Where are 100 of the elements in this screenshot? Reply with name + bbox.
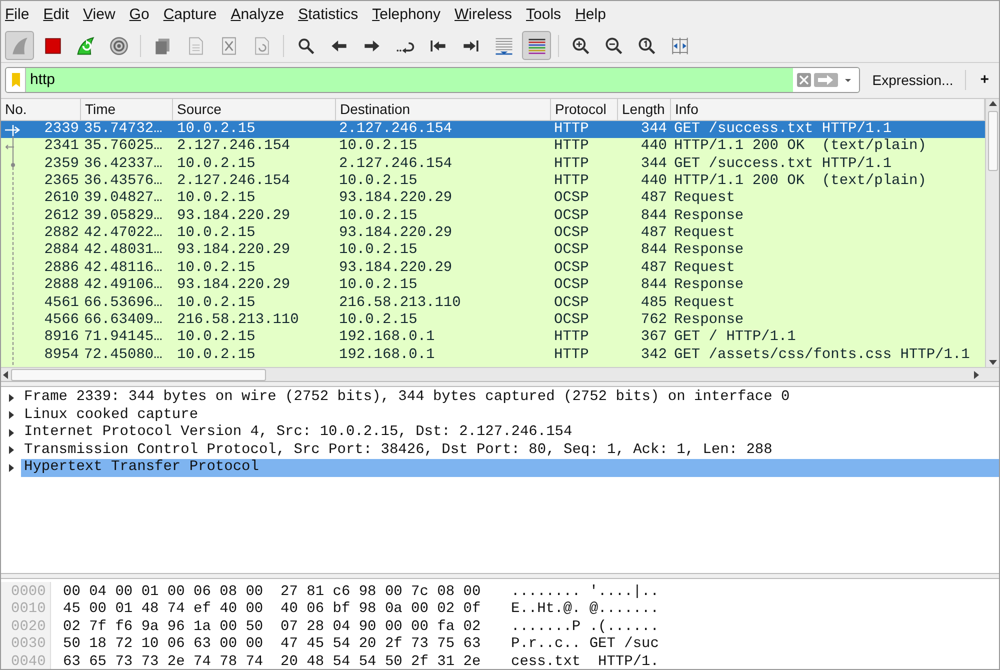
table-cell-text: 35.76025… <box>83 138 164 156</box>
table-cell-text: 39.04827… <box>83 190 164 208</box>
vertical-scrollbar[interactable] <box>985 98 999 367</box>
table-cell-text: 72.45080… <box>83 346 164 364</box>
table-cell-text: HTTP/1.1 200 OK (text/plain) <box>673 172 928 190</box>
packet-row[interactable]: 2882 42.47022… 10.0.2.15 93.184.220.29 OCSP 487 Request <box>1 225 985 242</box>
packet-row[interactable]: 2888 42.49106… 93.184.220.29 10.0.2.15 OCSP 844 Response <box>1 277 985 295</box>
table-cell-text: 2359 <box>43 156 80 173</box>
packet-row[interactable]: 2884 42.48031… 93.184.220.29 10.0.2.15 OCSP 844 Response <box>1 242 985 260</box>
table-cell-text: OCSP <box>553 208 590 226</box>
table-cell-text: Request <box>673 294 736 312</box>
table-cell-text: Response <box>673 208 745 226</box>
menu-item[interactable]: Go <box>129 4 150 27</box>
table-cell-text: Response <box>673 312 745 330</box>
table-cell-text: 2341 <box>43 138 80 156</box>
tree-item[interactable]: Internet Protocol Version 4, Src: 10.0.2.15, Dst: 2.127.246.154 <box>21 424 999 442</box>
expression-button[interactable]: Expression... <box>868 67 958 94</box>
packet-row[interactable]: 2610 39.04827… 10.0.2.15 93.184.220.29 OCSP 487 Request <box>1 190 985 208</box>
table-cell-text: 42.47022… <box>83 225 164 242</box>
hex-offset: 0020 <box>11 618 47 634</box>
menu-item[interactable]: Edit <box>43 4 70 27</box>
table-cell-text: 2.127.246.154 <box>338 156 454 173</box>
table-cell-text: Request <box>673 190 736 208</box>
packet-row[interactable]: 2612 39.05829… 93.184.220.29 10.0.2.15 OCSP 844 Response <box>1 208 985 226</box>
ascii-text: cess.txt HTTP/1. <box>511 652 660 670</box>
table-cell-text: 36.42337… <box>83 156 164 173</box>
menu-item[interactable]: Help <box>575 4 606 27</box>
column-header[interactable]: Protocol <box>551 98 618 120</box>
table-cell-text: 10.0.2.15 <box>176 346 256 364</box>
menu-item[interactable]: View <box>83 4 116 27</box>
packet-row[interactable]: 2886 42.48116… 10.0.2.15 93.184.220.29 OCSP 487 Request <box>1 260 985 278</box>
column-header[interactable]: Length <box>618 98 671 120</box>
table-cell-text: 2.127.246.154 <box>176 138 292 156</box>
hex-offset: 0040 <box>11 652 47 670</box>
hex-bytes: 50 18 72 10 06 63 00 00 47 45 54 20 2f 73 75 63 <box>63 635 482 652</box>
tree-item[interactable]: Linux cooked capture <box>21 406 999 424</box>
scrollbar-thumb[interactable] <box>988 110 998 171</box>
packet-row[interactable]: 2339 35.74732… 10.0.2.15 2.127.246.154 HTTP 344 GET /success.txt HTTP/1.1 <box>1 120 985 138</box>
ascii-text: .......P .(...... <box>511 618 660 634</box>
table-cell-text: 10.0.2.15 <box>176 156 256 173</box>
menu-item[interactable]: Tools <box>526 4 562 27</box>
tree-item[interactable]: Hypertext Transfer Protocol <box>21 459 999 476</box>
horizontal-scrollbar[interactable] <box>1 367 999 381</box>
table-cell-text: 66.63409… <box>83 312 164 330</box>
packet-row[interactable]: 2359 36.42337… 10.0.2.15 2.127.246.154 HTTP 344 GET /success.txt HTTP/1.1 <box>1 156 985 173</box>
column-header[interactable]: Source <box>173 98 336 120</box>
packet-row[interactable]: 4566 66.63409… 216.58.213.110 10.0.2.15 OCSP 762 Response <box>1 312 985 330</box>
scroll-right-icon[interactable] <box>971 370 981 380</box>
display-filter-field[interactable]: http <box>5 67 860 94</box>
menu-item[interactable]: Analyze <box>230 4 284 27</box>
table-cell-text: 93.184.220.29 <box>338 260 454 278</box>
scrollbar-thumb[interactable] <box>11 368 266 380</box>
table-cell-text: 2882 <box>43 225 80 242</box>
table-cell-text: HTTP <box>553 346 590 364</box>
column-header[interactable]: No. <box>1 98 81 120</box>
tree-item[interactable]: Frame 2339: 344 bytes on wire (2752 bits), 344 bytes captured (2752 bits) on interface 0 <box>21 389 999 406</box>
table-cell-text: 10.0.2.15 <box>176 225 256 242</box>
tree-item[interactable]: Transmission Control Protocol, Src Port: 38426, Dst Port: 80, Seq: 1, Ack: 1, Len: 288 <box>21 442 999 459</box>
packet-row[interactable]: 4561 66.53696… 10.0.2.15 216.58.213.110 OCSP 485 Request <box>1 294 985 312</box>
scroll-left-icon[interactable] <box>1 370 11 380</box>
table-cell-text: Response <box>673 277 745 295</box>
menu-item[interactable]: Statistics <box>298 4 358 27</box>
menu-item[interactable]: File <box>5 4 30 27</box>
table-cell-text: 2884 <box>43 242 80 260</box>
table-cell-text: 10.0.2.15 <box>338 138 418 156</box>
table-cell-text: Request <box>673 225 736 242</box>
packet-row[interactable]: 8954 72.45080… 10.0.2.15 192.168.0.1 HTTP 342 GET /assets/css/fonts.css HTTP/1.1 <box>1 346 985 364</box>
table-cell-text: 844 <box>640 208 668 226</box>
table-cell-text: GET /success.txt HTTP/1.1 <box>673 156 893 173</box>
add-button[interactable]: + <box>974 67 995 94</box>
table-cell-text: 10.0.2.15 <box>338 312 418 330</box>
filter-input: http <box>26 69 794 92</box>
table-cell-text: Response <box>673 242 745 260</box>
menu-item[interactable]: Capture <box>163 4 217 27</box>
menu-item[interactable]: Telephony <box>372 4 440 27</box>
table-cell-text: Request <box>673 260 736 278</box>
table-cell-text: HTTP <box>553 138 590 156</box>
column-header[interactable]: Time <box>81 98 173 120</box>
scroll-up-icon[interactable] <box>988 98 998 109</box>
table-cell-text: 216.58.213.110 <box>176 312 300 330</box>
table-cell-text: 2610 <box>43 190 80 208</box>
table-cell-text: 440 <box>640 172 668 190</box>
menu-item[interactable]: Wireless <box>454 4 512 27</box>
table-cell-text: OCSP <box>553 225 590 242</box>
table-cell-text: 8954 <box>43 346 80 364</box>
packet-row[interactable]: 2365 36.43576… 2.127.246.154 10.0.2.15 HTTP 440 HTTP/1.1 200 OK (text/plain) <box>1 172 985 190</box>
table-cell-text: 10.0.2.15 <box>176 294 256 312</box>
table-cell-text: 10.0.2.15 <box>176 190 256 208</box>
table-cell-text: 35.74732… <box>83 120 164 138</box>
packet-row[interactable]: 2341 35.76025… 2.127.246.154 10.0.2.15 HTTP 440 HTTP/1.1 200 OK (text/plain) <box>1 138 985 156</box>
column-header[interactable]: Destination <box>336 98 551 120</box>
table-cell-text: 367 <box>640 329 668 347</box>
table-cell-text: HTTP/1.1 200 OK (text/plain) <box>673 138 928 156</box>
table-cell-text: 844 <box>640 277 668 295</box>
table-cell-text: HTTP <box>553 120 590 138</box>
table-cell-text: 2612 <box>43 208 80 226</box>
packet-row[interactable]: 8916 71.94145… 10.0.2.15 192.168.0.1 HTTP 367 GET / HTTP/1.1 <box>1 329 985 347</box>
table-cell-text: GET /assets/css/fonts.css HTTP/1.1 <box>673 346 971 364</box>
clear-icon[interactable] <box>797 73 812 88</box>
ascii-text: ........ '....|.. <box>511 582 660 600</box>
